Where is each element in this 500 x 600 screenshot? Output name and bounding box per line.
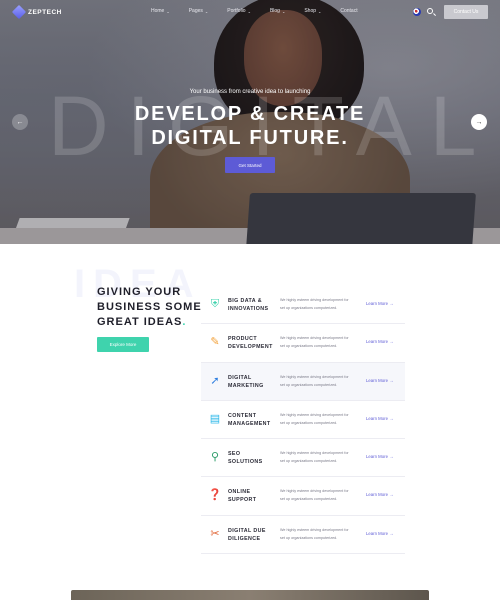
next-section-image <box>71 590 429 600</box>
menu-item-home[interactable]: Home ⌄ <box>151 8 170 14</box>
learn-more-link[interactable]: Learn More → <box>366 531 393 536</box>
cursor-icon: ➚ <box>210 374 220 387</box>
service-item-big-data[interactable]: ⛨ BIG DATA & INNOVATIONS We highly estee… <box>201 286 405 325</box>
learn-more-link[interactable]: Learn More → <box>366 416 393 421</box>
logo-icon <box>11 4 27 20</box>
learn-more-link[interactable]: Learn More → <box>366 339 393 344</box>
service-item-due-diligence[interactable]: ✂ DIGITAL DUE DILIGENCE We highly esteem… <box>201 516 405 555</box>
service-description: We highly esteem driving development for… <box>280 298 349 310</box>
contact-us-button[interactable]: Contact Us <box>444 5 488 19</box>
menu-item-label: Blog <box>269 8 280 14</box>
hero-section: DIGITAL ZEPTECH Home ⌄ Pages ⌄ Portfolio… <box>0 0 500 244</box>
services-list: ⛨ BIG DATA & INNOVATIONS We highly estee… <box>201 286 405 555</box>
tools-icon: ✂ <box>210 527 220 540</box>
explore-more-button[interactable]: Explore More <box>97 337 149 352</box>
menu-item-pages[interactable]: Pages ⌄ <box>189 8 209 14</box>
service-item-online-support[interactable]: ❓ ONLINE SUPPORT We highly esteem drivin… <box>201 477 405 516</box>
logo[interactable]: ZEPTECH <box>11 4 62 20</box>
section-title: GIVING YOUR BUSINESS SOME GREAT IDEAS. <box>97 285 207 330</box>
chevron-down-icon: ⌄ <box>204 8 209 14</box>
service-item-content-management[interactable]: ▤ CONTENT MANAGEMENT We highly esteem dr… <box>201 401 405 440</box>
chat-icon: ▤ <box>209 412 221 425</box>
menu-item-shop[interactable]: Shop ⌄ <box>304 8 321 14</box>
chevron-down-icon: ⌄ <box>247 8 251 14</box>
get-started-button[interactable]: Get Started <box>225 157 275 173</box>
question-icon: ❓ <box>208 489 222 502</box>
language-flag-icon[interactable] <box>413 8 421 16</box>
menu-item-label: Shop <box>304 8 317 14</box>
service-title: DIGITAL DUE DILIGENCE <box>228 527 266 542</box>
service-description: We highly esteem driving development for… <box>280 451 349 464</box>
chevron-down-icon: ⌄ <box>318 8 322 14</box>
service-description: We highly esteem driving development for… <box>280 412 349 425</box>
search-icon[interactable] <box>427 8 433 14</box>
slider-next-arrow-icon[interactable]: → <box>471 114 487 130</box>
learn-more-link[interactable]: Learn More → <box>366 301 393 306</box>
service-title: DIGITAL MARKETING <box>228 374 264 389</box>
service-title: CONTENT MANAGEMENT <box>228 412 271 427</box>
service-description: We highly esteem driving development for… <box>280 489 349 502</box>
shield-check-icon: ⛨ <box>210 298 220 310</box>
menu-item-label: Pages <box>188 8 203 14</box>
pencil-icon: ✎ <box>210 336 220 349</box>
logo-text: ZEPTECH <box>28 8 62 16</box>
learn-more-link[interactable]: Learn More → <box>366 378 393 383</box>
hero-eyebrow: Your business from creative idea to laun… <box>189 89 311 95</box>
menu-item-portfolio[interactable]: Portfolio ⌄ <box>227 8 251 14</box>
service-title: PRODUCT DEVELOPMENT <box>228 336 273 351</box>
service-description: We highly esteem driving development for… <box>280 374 349 387</box>
service-item-product-development[interactable]: ✎ PRODUCT DEVELOPMENT We highly esteem d… <box>201 324 405 363</box>
service-description: We highly esteem driving development for… <box>280 527 349 540</box>
main-menu: Home ⌄ Pages ⌄ Portfolio ⌄ Blog ⌄ Shop ⌄… <box>151 8 377 14</box>
service-item-digital-marketing[interactable]: ➚ DIGITAL MARKETING We highly esteem dri… <box>201 362 405 401</box>
service-item-seo-solutions[interactable]: ⚲ SEO SOLUTIONS We highly esteem driving… <box>201 439 405 478</box>
top-navigation: ZEPTECH Home ⌄ Pages ⌄ Portfolio ⌄ Blog … <box>0 0 500 24</box>
hero-headline-line-2: DIGITAL FUTURE. <box>151 127 349 149</box>
service-title: ONLINE SUPPORT <box>228 489 257 504</box>
service-title: BIG DATA & INNOVATIONS <box>228 298 269 312</box>
menu-item-label: Portfolio <box>227 8 246 14</box>
menu-item-blog[interactable]: Blog ⌄ <box>270 8 285 14</box>
chevron-down-icon: ⌄ <box>281 8 286 14</box>
learn-more-link[interactable]: Learn More → <box>366 454 393 459</box>
service-description: We highly esteem driving development for… <box>280 336 349 349</box>
hero-headline: DEVELOP & CREATE DIGITAL FUTURE. <box>0 102 500 150</box>
menu-item-label: Home <box>151 8 165 14</box>
slider-prev-arrow-icon[interactable]: ← <box>12 114 28 130</box>
learn-more-link[interactable]: Learn More → <box>366 492 393 497</box>
service-title: SEO SOLUTIONS <box>228 451 263 466</box>
menu-item-label: Contact <box>340 8 358 14</box>
hero-headline-line-1: DEVELOP & CREATE <box>134 103 366 125</box>
chevron-down-icon: ⌄ <box>166 8 170 14</box>
section-title-dot: . <box>182 316 187 328</box>
magnifier-icon: ⚲ <box>210 451 220 464</box>
menu-item-contact[interactable]: Contact <box>340 8 357 14</box>
